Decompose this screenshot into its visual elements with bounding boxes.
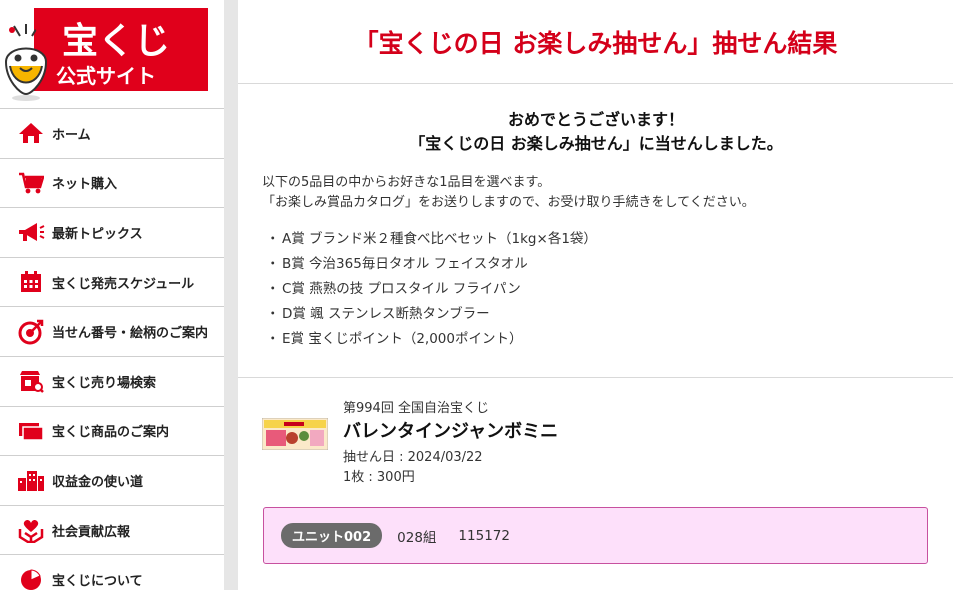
prize-description: 以下の5品目の中からお好きな1品目を選べます。 「お楽しみ賞品カタログ」をお送り… <box>262 173 953 213</box>
logo-text-sub: 公式サイト <box>56 64 156 88</box>
sidebar-item-label: 社会貢献広報 <box>52 524 131 540</box>
cart-icon <box>17 169 45 197</box>
list-item: ・ C賞 燕熟の技 プロスタイル フライパン <box>266 281 521 297</box>
page-title: 「宝くじの日 お楽しみ抽せん」抽せん結果 <box>353 28 838 58</box>
desc-line2: 「お楽しみ賞品カタログ」をお送りしますので、お受け取り手続きをしてください。 <box>262 195 755 210</box>
sidebar-item-label: 宝くじ商品のご案内 <box>52 425 170 441</box>
target-icon <box>17 318 45 346</box>
store-icon <box>17 367 45 395</box>
logo-area[interactable]: 宝くじ 公式サイト <box>0 0 224 108</box>
sidebar-item-schedule[interactable]: 宝くじ発売スケジュール <box>0 258 224 308</box>
sidebar-item-topics[interactable]: 最新トピックス <box>0 208 224 258</box>
prize-list: ・ A賞 ブランド米２種食べ比べセット（1kg×各1袋） ・ B賞 今治365毎日タ… <box>262 227 953 352</box>
megaphone-icon <box>17 218 45 246</box>
main-nav: ホーム ネット購入 最新トピックス 宝くじ発売スケジュール 当せん番号・絵柄のご… <box>0 108 224 590</box>
home-icon <box>17 119 45 147</box>
sidebar-item-social-contribution[interactable]: 社会貢献広報 <box>0 506 224 556</box>
unit-price: 1枚 : 300円 <box>343 470 415 485</box>
winning-result-box: ユニット002 028組 115172 <box>263 507 928 564</box>
sidebar-item-label: 当せん番号・絵柄のご案内 <box>52 326 209 342</box>
sidebar-item-net-purchase[interactable]: ネット購入 <box>0 159 224 209</box>
logo-text-main: 宝くじ <box>62 21 171 62</box>
sidebar: 宝くじ 公式サイト ホーム ネット購入 最新トピックス 宝くじ発売スケジュール … <box>0 0 224 590</box>
draw-date: 抽せん日 : 2024/03/22 <box>343 450 483 465</box>
sidebar-item-about[interactable]: 宝くじについて <box>0 555 224 590</box>
lottery-name: バレンタインジャンボミニ <box>343 421 559 442</box>
sidebar-item-store-search[interactable]: 宝くじ売り場検索 <box>0 357 224 407</box>
sidebar-item-label: ネット購入 <box>52 177 118 193</box>
sidebar-item-label: 最新トピックス <box>52 226 143 242</box>
congrats-line2: 「宝くじの日 お楽しみ抽せん」に当せんしました。 <box>409 134 783 153</box>
sidebar-item-home[interactable]: ホーム <box>0 109 224 159</box>
desc-line1: 以下の5品目の中からお好きな1品目を選べます。 <box>262 175 551 190</box>
sidebar-item-label: 宝くじ発売スケジュール <box>52 276 195 292</box>
buildings-icon <box>17 466 45 494</box>
lottery-round: 第994回 全国自治宝くじ <box>343 401 489 416</box>
list-item: ・ D賞 颯 ステンレス断熱タンブラー <box>266 306 490 322</box>
tickets-icon <box>17 417 45 445</box>
list-item: ・ E賞 宝くじポイント（2,000ポイント） <box>266 331 523 347</box>
heart-hands-icon <box>17 516 45 544</box>
list-item: ・ A賞 ブランド米２種食べ比べセット（1kg×各1袋） <box>266 231 597 247</box>
congrats-line1: おめでとうございます！ <box>507 110 684 129</box>
ticket-number: 115172 <box>458 527 510 544</box>
group-number: 028組 <box>397 529 437 546</box>
calendar-icon <box>17 268 45 296</box>
congrats-section: おめでとうございます！ 「宝くじの日 お楽しみ抽せん」に当せんしました。 以下の… <box>238 84 953 378</box>
sidebar-item-products[interactable]: 宝くじ商品のご案内 <box>0 407 224 457</box>
sidebar-item-label: 収益金の使い道 <box>52 474 144 490</box>
sidebar-item-label: 宝くじ売り場検索 <box>52 375 157 391</box>
lottery-info: 第994回 全国自治宝くじ バレンタインジャンボミニ 抽せん日 : 2024/0… <box>343 400 558 488</box>
site-logo[interactable]: 宝くじ 公式サイト <box>34 8 208 91</box>
main-content: 「宝くじの日 お楽しみ抽せん」抽せん結果 おめでとうございます！ 「宝くじの日 … <box>238 0 953 590</box>
mascot-icon <box>4 24 48 101</box>
sidebar-item-label: ホーム <box>52 127 91 143</box>
title-bar: 「宝くじの日 お楽しみ抽せん」抽せん結果 <box>238 0 953 84</box>
unit-badge: ユニット002 <box>281 523 383 548</box>
sidebar-item-label: 宝くじについて <box>52 574 143 590</box>
pie-chart-icon <box>17 566 45 590</box>
congrats-heading: おめでとうございます！ 「宝くじの日 お楽しみ抽せん」に当せんしました。 <box>262 108 930 156</box>
ticket-thumbnail <box>262 418 328 450</box>
list-item: ・ B賞 今治365毎日タオル フェイスタオル <box>266 256 528 272</box>
sidebar-item-winning-numbers[interactable]: 当せん番号・絵柄のご案内 <box>0 307 224 357</box>
sidebar-item-proceeds[interactable]: 収益金の使い道 <box>0 456 224 506</box>
lottery-result-section: 第994回 全国自治宝くじ バレンタインジャンボミニ 抽せん日 : 2024/0… <box>238 378 953 588</box>
